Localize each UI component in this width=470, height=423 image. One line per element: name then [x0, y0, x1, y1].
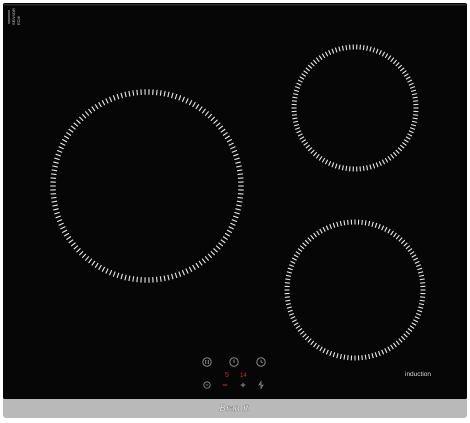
zone-tick-mark	[50, 173, 57, 176]
zone-tick-mark	[50, 196, 57, 199]
zone-tick-mark	[285, 299, 291, 302]
zone-tick-mark	[345, 165, 348, 171]
brand-logo: Brandt	[220, 403, 250, 413]
zone-tick-mark	[155, 89, 158, 96]
zone-tick-mark	[345, 45, 348, 51]
zone-tick-mark	[420, 296, 426, 298]
level-digit-display: 14	[240, 373, 247, 379]
zone-tick-mark	[136, 276, 139, 283]
zone-tick-mark	[136, 89, 139, 96]
glass-top	[3, 3, 467, 399]
zone-tick-mark	[237, 173, 244, 176]
zone-tick-mark	[343, 354, 346, 360]
zone-tick-mark	[347, 219, 349, 225]
zone-tick-mark	[364, 354, 367, 360]
sensor-label-line-2: ECI6	[16, 15, 21, 25]
zone-tick-mark	[291, 100, 297, 102]
zone-tick-mark	[419, 299, 425, 302]
zone-tick-mark	[291, 114, 297, 116]
zone-tick-mark	[362, 165, 365, 171]
zone-tick-mark	[284, 282, 290, 284]
zone-tick-mark	[237, 196, 244, 199]
zone-tick-mark	[284, 296, 290, 298]
zone-tick-mark	[361, 355, 363, 361]
zone-tick-mark	[413, 100, 419, 102]
zone-tick-mark	[413, 114, 419, 116]
zone-tick-mark	[155, 276, 158, 283]
zone-tick-mark	[420, 282, 426, 284]
glass-sheen	[4, 4, 466, 6]
zone-tick-mark	[362, 45, 365, 51]
zone-tick-mark	[364, 220, 367, 226]
zone-tick-mark	[347, 355, 349, 361]
zone-digit-display: 5	[225, 372, 229, 379]
induction-cooktop: SENSOR ECI6 induction 5 14 Brandt	[3, 3, 467, 418]
model-label: induction	[405, 371, 431, 378]
zone-tick-mark	[361, 219, 363, 225]
zone-tick-mark	[285, 278, 291, 281]
zone-tick-mark	[343, 220, 346, 226]
zone-tick-mark	[419, 278, 425, 281]
